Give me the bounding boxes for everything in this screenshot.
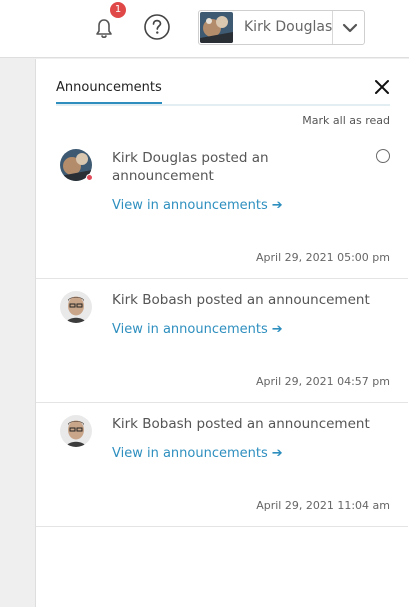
dropdown-divider [332, 11, 333, 44]
close-icon[interactable] [373, 78, 391, 96]
arrow-right-icon: ➔ [271, 198, 283, 213]
timestamp: April 29, 2021 05:00 pm [255, 251, 390, 264]
notification-item[interactable]: Kirk Bobash posted an announcement View … [36, 403, 408, 527]
notification-item[interactable]: Kirk Bobash posted an announcement View … [36, 279, 408, 403]
link-label: View in announcements [112, 446, 268, 461]
view-in-announcements-link[interactable]: View in announcements ➔ [112, 198, 283, 213]
notification-count-badge: 1 [110, 2, 126, 18]
notification-item[interactable]: Kirk Douglas posted an announcement View… [36, 139, 408, 279]
unread-dot [86, 174, 93, 181]
arrow-right-icon: ➔ [271, 446, 283, 461]
user-name: Kirk Douglas [244, 19, 333, 35]
link-label: View in announcements [112, 198, 268, 213]
announcements-panel: Announcements Mark all as read Kirk Doug… [35, 59, 409, 607]
notification-message: Kirk Bobash posted an announcement [112, 292, 370, 308]
panel-tabs: Announcements [56, 59, 390, 106]
notification-message: Kirk Douglas posted an announcement [112, 150, 269, 184]
tab-announcements[interactable]: Announcements [56, 80, 162, 104]
view-in-announcements-link[interactable]: View in announcements ➔ [112, 322, 283, 337]
timestamp: April 29, 2021 04:57 pm [255, 375, 390, 388]
view-in-announcements-link[interactable]: View in announcements ➔ [112, 446, 283, 461]
help-icon[interactable] [143, 13, 171, 41]
top-bar: 1 Kirk Douglas [0, 0, 409, 58]
chevron-down-icon[interactable] [341, 18, 359, 38]
avatar [60, 291, 92, 323]
arrow-right-icon: ➔ [271, 322, 283, 337]
user-menu-dropdown[interactable]: Kirk Douglas [198, 10, 365, 45]
timestamp: April 29, 2021 11:04 am [256, 499, 390, 512]
mark-read-radio[interactable] [376, 149, 390, 163]
mark-all-as-read-link[interactable]: Mark all as read [302, 114, 390, 127]
link-label: View in announcements [112, 322, 268, 337]
avatar [60, 415, 92, 447]
notification-message: Kirk Bobash posted an announcement [112, 416, 370, 432]
user-avatar [200, 12, 233, 43]
